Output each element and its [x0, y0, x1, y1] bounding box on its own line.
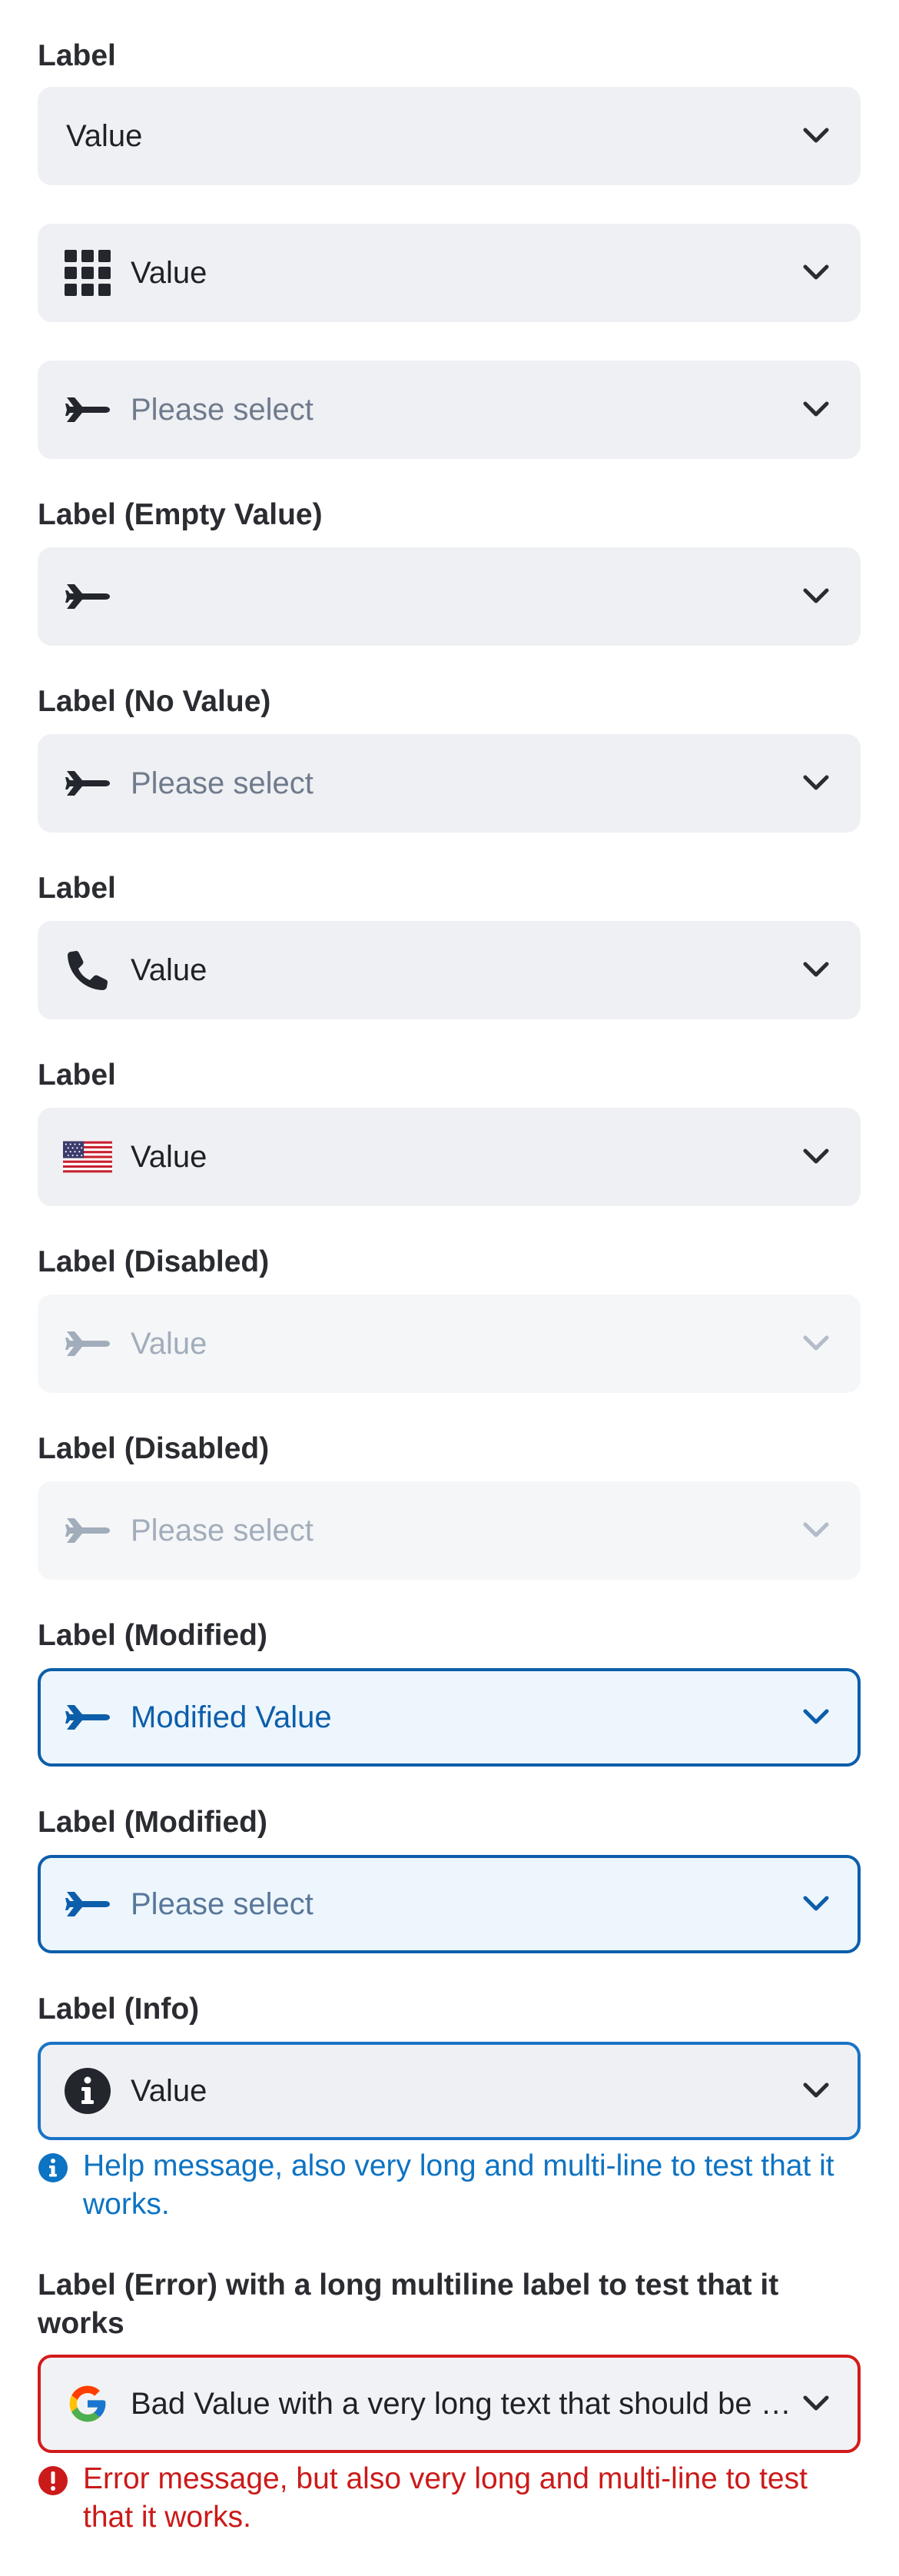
select-field-empty[interactable]: [38, 547, 861, 646]
field-label: Label (Modified): [38, 1806, 267, 1839]
select-value: Value: [131, 1326, 207, 1361]
error-message: Error message, but also very long and mu…: [38, 2460, 852, 2537]
select-field-grid[interactable]: Value: [38, 224, 861, 322]
chevron-down-icon: [803, 128, 829, 143]
phone-icon: [63, 946, 112, 995]
airplane-icon: [63, 1693, 112, 1742]
select-field-airplane[interactable]: Please select: [38, 361, 861, 459]
select-placeholder: Please select: [131, 1886, 313, 1921]
select-placeholder: Please select: [131, 1513, 313, 1547]
airplane-icon: [63, 759, 112, 808]
select-field-value[interactable]: Value: [38, 87, 861, 185]
field-label: Label (No Value): [38, 685, 271, 718]
chevron-down-icon: [803, 1522, 829, 1537]
select-value: Value: [66, 118, 143, 153]
select-field-phone[interactable]: Value: [38, 921, 861, 1019]
google-logo-icon: [63, 2379, 112, 2428]
field-label: Label (Info): [38, 1993, 200, 2026]
field-label: Label: [38, 1059, 116, 1092]
chevron-down-icon: [803, 401, 829, 417]
chevron-down-icon: [803, 2082, 829, 2098]
chevron-down-icon: [803, 1148, 829, 1164]
chevron-down-icon: [803, 2395, 829, 2411]
select-value: Bad Value with a very long text that sho…: [131, 2386, 791, 2421]
chevron-down-icon: [803, 962, 829, 977]
select-field-modified[interactable]: Modified Value: [38, 1668, 861, 1767]
field-label: Label (Disabled): [38, 1432, 270, 1465]
airplane-icon: [63, 1880, 112, 1929]
chevron-down-icon: [803, 1896, 829, 1911]
field-label: Label (Error) with a long multiline labe…: [38, 2269, 779, 2340]
select-placeholder: Please select: [131, 766, 313, 800]
airplane-icon: [63, 385, 112, 434]
us-flag-icon: [63, 1132, 112, 1182]
chevron-down-icon: [803, 1335, 829, 1351]
field-label: Label (Modified): [38, 1619, 267, 1652]
select-field-modified-placeholder[interactable]: Please select: [38, 1855, 861, 1953]
field-label: Label (Disabled): [38, 1245, 270, 1278]
select-field-info[interactable]: Value: [38, 2042, 861, 2140]
select-field-disabled: Value: [38, 1295, 861, 1393]
grid-icon: [63, 248, 112, 297]
field-label: Label: [38, 39, 116, 72]
airplane-icon: [63, 1506, 112, 1555]
select-value: Modified Value: [131, 1700, 332, 1734]
help-message: Help message, also very long and multi-l…: [38, 2147, 852, 2224]
chevron-down-icon: [803, 775, 829, 790]
field-label: Label: [38, 872, 116, 905]
info-icon: [38, 2153, 68, 2182]
select-value: Value: [131, 1139, 207, 1174]
select-placeholder: Please select: [131, 392, 313, 427]
chevron-down-icon: [803, 264, 829, 280]
select-field-disabled-placeholder: Please select: [38, 1481, 861, 1580]
select-value: Value: [131, 2073, 207, 2108]
chevron-down-icon: [803, 1709, 829, 1724]
error-message-text: Error message, but also very long and mu…: [83, 2462, 808, 2534]
airplane-icon: [63, 1319, 112, 1368]
select-value: Value: [131, 952, 207, 987]
select-value: Value: [131, 255, 207, 290]
info-circle-icon: [63, 2066, 112, 2116]
error-icon: [38, 2466, 68, 2495]
help-message-text: Help message, also very long and multi-l…: [83, 2149, 834, 2221]
airplane-icon: [63, 572, 112, 621]
select-field-country[interactable]: Value: [38, 1108, 861, 1206]
field-label: Label (Empty Value): [38, 498, 323, 531]
select-field-error[interactable]: Bad Value with a very long text that sho…: [38, 2355, 861, 2453]
chevron-down-icon: [803, 588, 829, 603]
select-field-no-value[interactable]: Please select: [38, 734, 861, 833]
